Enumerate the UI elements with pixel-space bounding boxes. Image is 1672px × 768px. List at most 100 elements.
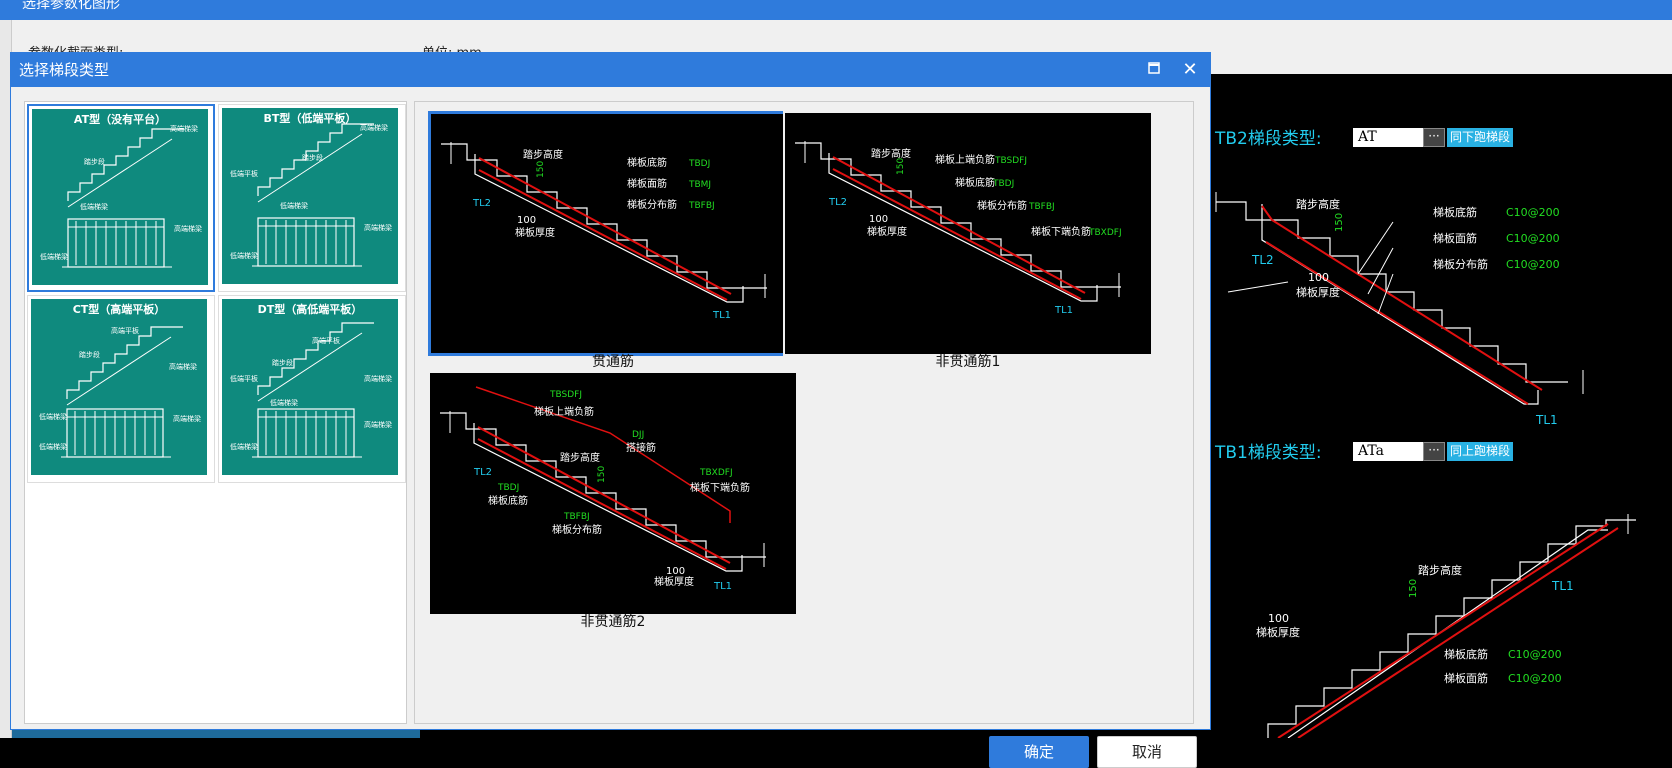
tb1-same-as-upper-button[interactable]: 同上跑梯段 [1447,442,1513,461]
rebar-option-tile[interactable]: 踏步高度 梯板上端负筋 梯板底筋 梯板分布筋 梯板下端负筋 100 梯板厚度 150 TBSDF… [783,111,1153,356]
rebar-white-label: 搭接筋 [626,441,656,454]
tb2-dist-rebar-label: 梯板分布筋 [1433,257,1488,271]
bg-window-titlebar: 选择参数化图形 [0,0,1672,20]
tb2-150-label: 150 [1334,213,1345,232]
beam-label: TL2 [828,197,847,208]
beam-label: TL1 [713,581,732,592]
stair-part-label: 高端梯梁 [170,124,198,133]
rebar-option-tile[interactable]: 梯板上端负筋 搭接筋 踏步高度 梯板底筋 梯板下端负筋 梯板分布筋 100 梯板厚度 TBSDF… [428,371,798,616]
tb1-rebar-1 [1277,523,1609,739]
stair-type-title: CT型（高端平板） [73,302,166,316]
rebar-white-label: 梯板面筋 [627,177,667,190]
beam-label: TL1 [712,310,731,321]
rebar-white-label: 踏步高度 [560,451,600,464]
stair-part-label: 高端梯梁 [360,123,388,132]
stair-part-label: 低端梯梁 [230,251,258,260]
rebar-diagram: 梯板上端负筋搭接筋踏步高度梯板底筋 梯板下端负筋梯板分布筋 100梯板厚度 TBSDF… [440,386,766,592]
rebar-diagram: 踏步高度梯板底筋梯板面筋梯板分布筋 100梯板厚度 150 TBDJ TBMJ TBFBJ… [441,142,767,321]
rebar-white-label: 梯板上端负筋 [935,153,995,166]
stair-type-option[interactable]: BT型（低端平板） 高端梯梁 踏步段 低端平板 低端梯梁 高端梯梁 低端梯梁 [218,104,406,292]
tb1-c10-2: C10@200 [1508,672,1562,685]
tb2-bottom-rebar-label: 梯板底筋 [1433,205,1477,219]
rebar-white-label: 梯板底筋 [955,176,995,189]
rebar-code-label: TBDJ [688,159,710,169]
rebar-white-label: 梯板厚度 [515,226,555,239]
tb2-c10-2: C10@200 [1506,232,1560,245]
tb1-100-label: 100 [1268,612,1289,625]
rebar-code-label: TBFBJ [688,201,715,211]
stair-type-title: DT型（高低端平板） [258,302,363,316]
tb2-step-outline [1216,201,1568,383]
rebar-code-label: TBSDFJ [549,390,582,400]
rebar-option-caption: 非贯通筋1 [935,354,1001,370]
rebar-white-label: 梯板下端负筋 [690,481,750,494]
bg-window-title: 选择参数化图形 [22,0,120,12]
tb2-c10-3: C10@200 [1506,258,1560,271]
tb1-drawing: 踏步高度 100 梯板厚度 梯板底筋 梯板面筋 150 C10@200 C10@… [1256,514,1636,739]
stair-type-option[interactable]: CT型（高端平板） 高端平板 踏步段 高端梯梁 低端梯梁 高端梯梁 低端梯梁 [27,295,215,483]
tb2-drawing: 踏步高度 梯板底筋 梯板面筋 梯板分布筋 100 梯板厚度 150 C10@20… [1215,192,1584,427]
stair-part-label: 低端梯梁 [39,412,67,421]
stair-part-label: 踏步段 [272,358,293,367]
dialog-titlebar: 选择梯段类型 ✕ [11,53,1210,87]
stair-type-option[interactable]: AT型（没有平台） 高端梯梁 踏步段 低端梯梁 高端梯梁 低端梯梁 [27,104,215,292]
tb1-soffit [1287,529,1608,739]
tb2-type-select[interactable]: AT [1353,128,1423,147]
tb2-soffit-outline [1261,204,1539,405]
tb2-type-label: TB2梯段类型: [1215,129,1322,149]
rebar-code-label: DJJ [632,430,644,440]
tb1-more-button[interactable]: ··· [1423,442,1445,461]
close-icon[interactable]: ✕ [1178,58,1202,82]
rebar-white-label: 梯板底筋 [488,494,528,507]
tb2-more-button[interactable]: ··· [1423,128,1445,147]
stair-type-list: AT型（没有平台） 高端梯梁 踏步段 低端梯梁 高端梯梁 低端梯梁 BT型（低端平板） 高端梯… [24,101,407,724]
tb1-tread-height-label: 踏步高度 [1418,563,1462,577]
stair-type-option[interactable]: DT型（高低端平板） 高端平板 踏步段 低端平板 高端梯梁 低端梯梁 高端梯梁 低端梯梁 [218,295,406,483]
tb2-top-rebar-label: 梯板面筋 [1433,231,1477,245]
maximize-icon[interactable] [1142,58,1166,82]
stair-part-label: 低端梯梁 [80,202,108,211]
tb2-same-as-lower-button[interactable]: 同下跑梯段 [1447,128,1513,147]
rebar-code-label: TBDJ [992,179,1014,189]
stair-part-label: 低端梯梁 [40,252,68,261]
stair-preview-drawing: 踏步高度 梯板底筋 梯板面筋 梯板分布筋 100 梯板厚度 150 C10@20… [1215,192,1636,739]
rebar-white-label: 梯板分布筋 [552,523,602,536]
tb2-thickness-label: 梯板厚度 [1296,285,1340,299]
stair-part-label: 高端平板 [111,326,139,335]
stair-part-label: 低端梯梁 [270,398,298,407]
tb1-150-label: 150 [1408,579,1419,598]
stair-part-label: 低端平板 [230,374,258,383]
rebar-option-tile[interactable]: 踏步高度 梯板底筋 梯板面筋 梯板分布筋 100 梯板厚度 150 TBDJ TBMJ TBFBJ… [428,111,798,356]
stair-part-label: 低端梯梁 [39,442,67,451]
rebar-white-label: 梯板厚度 [654,575,694,588]
maximize-glyph [1148,62,1160,74]
tb2-100-label: 100 [1308,271,1329,284]
tb1-top-rebar-label: 梯板面筋 [1444,671,1488,685]
rebar-option-list: 踏步高度 梯板底筋 梯板面筋 梯板分布筋 100 梯板厚度 150 TBDJ TBMJ TBFBJ… [414,101,1194,724]
beam-label: TL2 [472,198,491,209]
rebar-code-label: TBFBJ [1028,202,1055,212]
stair-type-title: BT型（低端平板） [264,111,357,125]
stair-part-label: 高端梯梁 [364,420,392,429]
beam-label: TL2 [473,467,492,478]
cancel-button[interactable]: 取消 [1097,736,1197,768]
stair-type-diagram: BT型（低端平板）高端梯梁踏步段低端平板低端梯梁高端梯梁低端梯梁 [222,108,398,284]
stair-type-diagram: CT型（高端平板）高端平板踏步段高端梯梁低端梯梁 高端梯梁低端梯梁 [31,299,207,475]
tb2-tl1-label: TL1 [1535,413,1558,427]
tb1-type-select[interactable]: ATa [1353,442,1423,461]
stair-part-label: 高端梯梁 [364,223,392,232]
ok-button[interactable]: 确定 [989,736,1089,768]
stair-outline [441,143,767,289]
rebar-white-label: 梯板厚度 [867,225,907,238]
stair-part-label: 踏步段 [79,350,100,359]
stair-part-label: 高端梯梁 [364,374,392,383]
stair-type-title: AT型（没有平台） [74,112,166,126]
rebar-white-label: 梯板底筋 [627,156,667,169]
tb2-c10-1: C10@200 [1506,206,1560,219]
stair-preview-panel: 踏步高度 梯板底筋 梯板面筋 梯板分布筋 100 梯板厚度 150 C10@20… [1208,74,1672,739]
stair-type-diagram: DT型（高低端平板）高端平板踏步段低端平板 高端梯梁低端梯梁高端梯梁低端梯梁 [222,299,398,475]
tb1-c10-1: C10@200 [1508,648,1562,661]
rebar-code-label: 150 [536,161,546,178]
rebar-option-caption: 贯通筋 [592,354,634,370]
tb1-thickness-label: 梯板厚度 [1256,625,1300,639]
